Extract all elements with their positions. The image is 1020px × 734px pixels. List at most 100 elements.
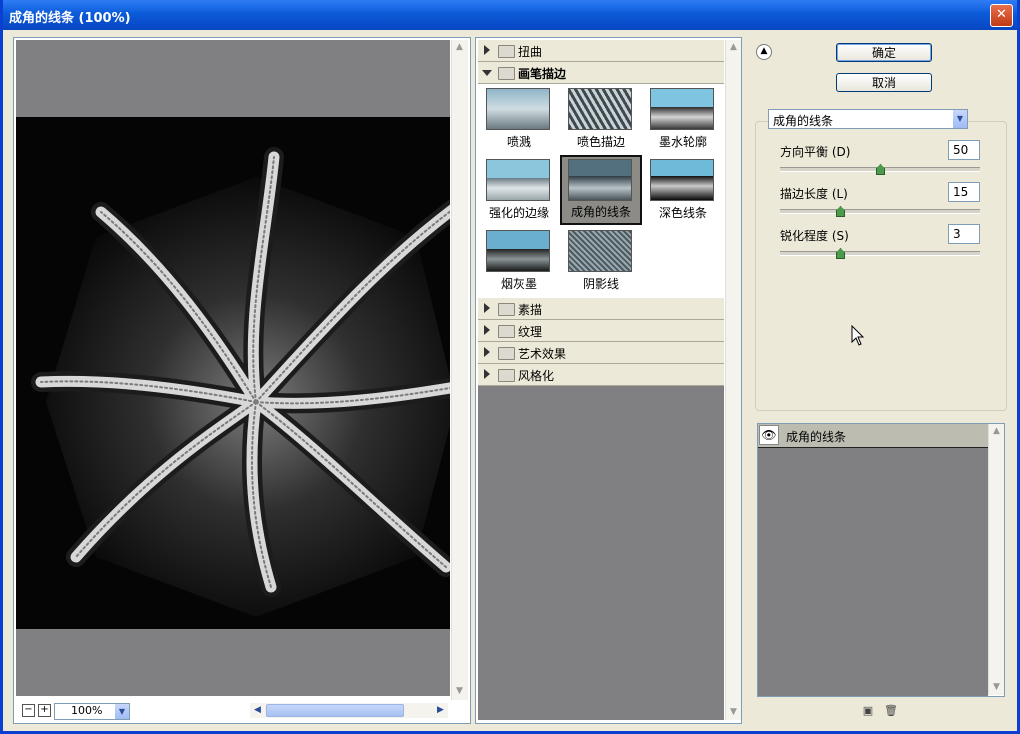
filter-select-value: 成角的线条 bbox=[773, 114, 834, 128]
angled-strokes-thumbnail bbox=[568, 159, 632, 201]
filter-thumb-sprayed-strokes[interactable]: 喷色描边 bbox=[560, 86, 636, 149]
thumb-label: 烟灰墨 bbox=[500, 277, 537, 291]
folder-icon bbox=[498, 347, 515, 360]
preview-pane: ▲ ▼ − + 100% ▼ ◀ ▶ bbox=[13, 37, 471, 724]
cancel-button[interactable]: 取消 bbox=[836, 73, 932, 92]
chevron-down-icon[interactable]: ▼ bbox=[115, 704, 129, 719]
zoom-select[interactable]: 100% ▼ bbox=[54, 703, 130, 720]
category-sketch[interactable]: 素描 bbox=[478, 298, 724, 320]
filter-thumb-spatter[interactable]: 喷溅 bbox=[478, 86, 554, 149]
category-label: 风格化 bbox=[518, 369, 555, 383]
effect-layers-list: 👁 成角的线条 bbox=[758, 424, 988, 696]
sumi-e-thumbnail bbox=[486, 230, 550, 272]
category-label: 画笔描边 bbox=[518, 67, 567, 81]
slider-label-direction-balance: 方向平衡 (D) bbox=[780, 145, 851, 159]
ok-button[interactable]: 确定 bbox=[836, 43, 932, 62]
slider-label-sharpness: 锐化程度 (S) bbox=[780, 229, 849, 243]
filter-list: 扭曲 画笔描边 喷溅 喷色描边 墨水轮廓 强化的边缘 成角的线条 深色线条 烟灰… bbox=[478, 40, 724, 720]
scroll-thumb[interactable] bbox=[266, 704, 404, 717]
spatter-thumbnail bbox=[486, 88, 550, 130]
thumb-label: 成角的线条 bbox=[570, 205, 631, 219]
category-stylize[interactable]: 风格化 bbox=[478, 364, 724, 386]
thumb-label: 深色线条 bbox=[658, 206, 707, 220]
expand-arrow-icon[interactable] bbox=[484, 369, 490, 379]
stroke-length-slider[interactable] bbox=[780, 206, 980, 217]
thumb-label: 阴影线 bbox=[582, 277, 619, 291]
thumb-label: 墨水轮廓 bbox=[658, 135, 707, 149]
filter-list-scrollbar[interactable]: ▲ ▼ bbox=[725, 40, 741, 720]
collapse-arrow-icon[interactable] bbox=[482, 70, 492, 76]
category-label: 艺术效果 bbox=[518, 347, 567, 361]
zoom-out-button[interactable]: − bbox=[22, 704, 35, 717]
chevron-down-icon[interactable]: ▼ bbox=[953, 110, 967, 128]
expand-arrow-icon[interactable] bbox=[484, 303, 490, 313]
zoom-in-button[interactable]: + bbox=[38, 704, 51, 717]
scroll-right-icon[interactable]: ▶ bbox=[433, 703, 448, 718]
sprayed-strokes-thumbnail bbox=[568, 88, 632, 130]
thumb-label: 喷溅 bbox=[506, 135, 531, 149]
preview-zoom-bar: − + 100% ▼ ◀ ▶ bbox=[16, 702, 466, 720]
dark-strokes-thumbnail bbox=[650, 159, 714, 201]
filter-list-pane: 扭曲 画笔描边 喷溅 喷色描边 墨水轮廓 强化的边缘 成角的线条 深色线条 烟灰… bbox=[475, 37, 742, 724]
preview-vertical-scrollbar[interactable]: ▲ ▼ bbox=[451, 40, 468, 700]
effect-layer-row[interactable]: 👁 成角的线条 bbox=[758, 424, 988, 448]
filter-thumb-accented-edges[interactable]: 强化的边缘 bbox=[478, 157, 554, 220]
scroll-up-icon[interactable]: ▲ bbox=[726, 40, 741, 55]
filter-thumb-ink-outlines[interactable]: 墨水轮廓 bbox=[642, 86, 718, 149]
trash-icon[interactable]: 🗑 bbox=[884, 705, 898, 717]
filter-gallery-window: 成角的线条 (100%) ✕ ▲ ▼ − + 100% ▼ ◀ ▶ 扭曲 画笔描… bbox=[0, 0, 1020, 734]
category-artistic[interactable]: 艺术效果 bbox=[478, 342, 724, 364]
filter-thumb-dark-strokes[interactable]: 深色线条 bbox=[642, 157, 718, 220]
collapse-gallery-icon[interactable]: ▲ bbox=[756, 44, 772, 60]
scroll-left-icon[interactable]: ◀ bbox=[250, 703, 265, 718]
title-bar[interactable]: 成角的线条 (100%) ✕ bbox=[3, 0, 1017, 30]
expand-arrow-icon[interactable] bbox=[484, 347, 490, 357]
scroll-up-icon[interactable]: ▲ bbox=[989, 424, 1004, 439]
filter-thumb-sumi-e[interactable]: 烟灰墨 bbox=[478, 228, 554, 291]
category-label: 纹理 bbox=[518, 325, 543, 339]
scroll-down-icon[interactable]: ▼ bbox=[726, 705, 741, 720]
category-brush-strokes[interactable]: 画笔描边 bbox=[478, 62, 724, 84]
sharpness-slider[interactable] bbox=[780, 248, 980, 259]
accented-edges-thumbnail bbox=[486, 159, 550, 201]
expand-arrow-icon[interactable] bbox=[484, 45, 490, 55]
new-effect-layer-icon[interactable]: ▣ bbox=[862, 705, 874, 717]
folder-icon bbox=[498, 303, 515, 316]
expand-arrow-icon[interactable] bbox=[484, 325, 490, 335]
direction-balance-slider[interactable] bbox=[780, 164, 980, 175]
sharpness-input[interactable]: 3 bbox=[948, 224, 980, 244]
slider-label-stroke-length: 描边长度 (L) bbox=[780, 187, 848, 201]
options-pane: ▲ 确定 取消 成角的线条 ▼ 方向平衡 (D) 50 描边长度 (L) 15 … bbox=[752, 37, 1014, 727]
open-folder-icon bbox=[498, 67, 515, 80]
category-distort[interactable]: 扭曲 bbox=[478, 40, 724, 62]
direction-balance-input[interactable]: 50 bbox=[948, 140, 980, 160]
scroll-up-icon[interactable]: ▲ bbox=[452, 40, 467, 55]
close-button[interactable]: ✕ bbox=[990, 4, 1013, 27]
scroll-down-icon[interactable]: ▼ bbox=[452, 684, 467, 699]
preview-image bbox=[16, 117, 450, 629]
effect-layers-panel: 👁 成角的线条 ▲ ▼ bbox=[757, 423, 1005, 697]
scroll-down-icon[interactable]: ▼ bbox=[989, 680, 1004, 695]
zoom-value: 100% bbox=[71, 704, 103, 717]
folder-icon bbox=[498, 45, 515, 58]
effect-layer-label: 成角的线条 bbox=[786, 430, 847, 444]
category-label: 扭曲 bbox=[518, 45, 543, 59]
preview-canvas[interactable] bbox=[16, 40, 450, 696]
thumb-label: 强化的边缘 bbox=[488, 206, 549, 220]
filter-thumb-crosshatch[interactable]: 阴影线 bbox=[560, 228, 636, 291]
thumbnail-grid: 喷溅 喷色描边 墨水轮廓 强化的边缘 成角的线条 深色线条 烟灰墨 阴影线 bbox=[478, 84, 724, 298]
eye-icon[interactable]: 👁 bbox=[759, 425, 779, 445]
filter-select[interactable]: 成角的线条 ▼ bbox=[768, 109, 968, 129]
category-label: 素描 bbox=[518, 303, 543, 317]
folder-icon bbox=[498, 325, 515, 338]
stroke-length-input[interactable]: 15 bbox=[948, 182, 980, 202]
layers-scrollbar[interactable]: ▲ ▼ bbox=[988, 424, 1004, 695]
folder-icon bbox=[498, 369, 515, 382]
category-texture[interactable]: 纹理 bbox=[478, 320, 724, 342]
window-title: 成角的线条 (100%) bbox=[9, 11, 131, 26]
crosshatch-thumbnail bbox=[568, 230, 632, 272]
mouse-pointer-icon bbox=[851, 325, 865, 346]
filter-thumb-angled-strokes[interactable]: 成角的线条 bbox=[560, 155, 642, 225]
thumb-label: 喷色描边 bbox=[576, 135, 625, 149]
preview-horizontal-scrollbar[interactable]: ◀ ▶ bbox=[250, 703, 448, 718]
